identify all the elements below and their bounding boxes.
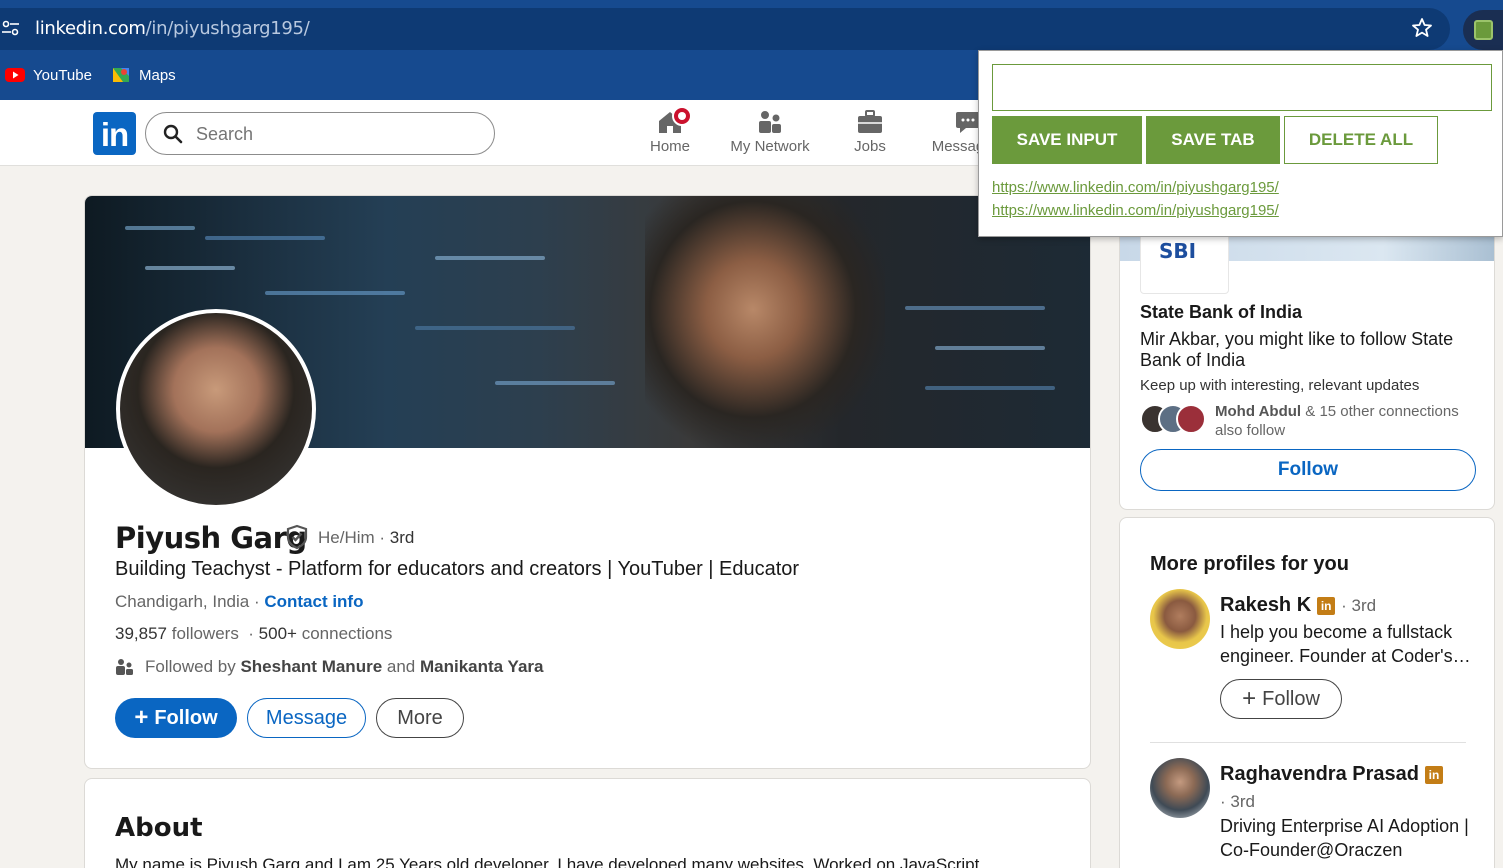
nav-home[interactable]: Home — [620, 108, 720, 155]
verified-shield-icon[interactable] — [285, 524, 309, 550]
browser-address-bar: linkedin.com/in/piyushgarg195/ — [0, 0, 1503, 52]
profile-avatar[interactable] — [116, 309, 316, 509]
follow-button[interactable]: + Follow — [115, 698, 237, 738]
delete-all-button[interactable]: DELETE ALL — [1284, 116, 1438, 164]
lead-input[interactable] — [992, 64, 1492, 111]
site-info-icon[interactable] — [2, 18, 20, 40]
company-suggestion-message: Mir Akbar, you might like to follow Stat… — [1140, 329, 1454, 370]
more-button[interactable]: More — [376, 698, 464, 738]
profile-headline: Building Teachyst - Platform for educato… — [115, 558, 800, 580]
linkedin-logo[interactable]: in — [93, 112, 136, 155]
nav-jobs[interactable]: Jobs — [820, 108, 920, 155]
suggestion-name: Rakesh K — [1220, 594, 1312, 616]
profile-location: Chandigarh, India — [115, 592, 250, 611]
extension-icon[interactable] — [1463, 10, 1503, 50]
mutual-2: Manikanta Yara — [420, 657, 544, 676]
connection-avatars — [1140, 404, 1210, 436]
connections-label[interactable]: connections — [302, 624, 393, 643]
mutual-people-icon — [116, 659, 133, 675]
avatar[interactable] — [1150, 589, 1210, 649]
notification-badge — [672, 106, 692, 126]
avatar — [1176, 404, 1206, 434]
nav-my-network[interactable]: My Network — [720, 108, 820, 155]
avatar[interactable] — [1150, 758, 1210, 818]
save-input-button[interactable]: SAVE INPUT — [992, 116, 1142, 164]
contact-info-link[interactable]: Contact info — [264, 592, 363, 611]
nav-label: My Network — [730, 138, 810, 155]
suggestion-follow-button[interactable]: + Follow — [1220, 679, 1342, 719]
more-profiles-card: More profiles for you Rakesh K in · 3rd … — [1119, 517, 1495, 868]
connection-degree: 3rd — [389, 528, 415, 547]
profile-suggestion-name[interactable]: Raghavendra Prasad in — [1220, 763, 1443, 786]
url-text[interactable]: linkedin.com/in/piyushgarg195/ — [35, 18, 310, 39]
followed-by-prefix: Followed by — [145, 657, 236, 676]
more-profiles-title: More profiles for you — [1150, 553, 1349, 575]
about-text: My name is Piyush Garg and I am 25 Years… — [115, 855, 980, 868]
bookmark-label: Maps — [139, 66, 176, 84]
about-card: About My name is Piyush Garg and I am 25… — [84, 778, 1091, 868]
message-button[interactable]: Message — [247, 698, 366, 738]
bookmark-star-icon[interactable] — [1410, 16, 1434, 40]
company-connections-text: Mohd Abdul & 15 other connections also f… — [1215, 402, 1480, 440]
pronouns: He/Him — [318, 528, 375, 547]
saved-link[interactable]: https://www.linkedin.com/in/piyushgarg19… — [992, 179, 1279, 196]
pronouns-and-degree: He/Him · 3rd — [318, 528, 415, 547]
linkedin-premium-icon: in — [1424, 765, 1443, 784]
company-subtext: Keep up with interesting, relevant updat… — [1140, 377, 1420, 394]
bookmark-youtube[interactable]: YouTube — [5, 66, 92, 84]
connection-name: Mohd Abdul — [1215, 403, 1302, 420]
saved-link[interactable]: https://www.linkedin.com/in/piyushgarg19… — [992, 202, 1279, 219]
linkedin-premium-icon: in — [1317, 596, 1336, 615]
banner-portrait — [645, 196, 885, 448]
bookmark-maps[interactable]: Maps — [111, 66, 176, 84]
nav-label: Jobs — [854, 138, 886, 155]
nav-label: Home — [649, 138, 690, 155]
suggestion-description: I help you become a fullstack engineer. … — [1220, 622, 1471, 666]
about-title: About — [115, 813, 203, 843]
profile-location-line: Chandigarh, India · Contact info — [115, 592, 364, 611]
url-path: /in/piyushgarg195/ — [145, 18, 310, 39]
mutual-1: Sheshant Manure — [240, 657, 383, 676]
maps-icon — [113, 68, 129, 82]
connections-count: 500+ — [258, 624, 297, 643]
profile-suggestion-name[interactable]: Rakesh K in · 3rd — [1220, 594, 1376, 617]
connection-degree: · 3rd — [1341, 595, 1377, 615]
company-suggestion-card: SBI State Bank of India Mir Akbar, you m… — [1119, 200, 1495, 510]
extension-popup: SAVE INPUT SAVE TAB DELETE ALL https://w… — [978, 50, 1503, 237]
suggestion-description: Driving Enterprise AI Adoption | Co-Foun… — [1220, 816, 1469, 860]
network-icon — [759, 111, 781, 133]
follow-label: Follow — [1262, 687, 1320, 710]
follow-label: Follow — [154, 706, 218, 729]
profile-card: Piyush Garg He/Him · 3rd Building Teachy… — [84, 195, 1091, 769]
url-domain: linkedin.com — [35, 18, 146, 39]
search-box[interactable] — [145, 112, 495, 155]
divider — [1150, 742, 1466, 743]
company-logo-text: SBI — [1159, 239, 1197, 263]
connection-degree: · 3rd — [1220, 792, 1255, 811]
followed-by-and: and — [386, 657, 416, 676]
followers-count: 39,857 — [115, 624, 167, 643]
company-name[interactable]: State Bank of India — [1140, 302, 1302, 323]
followers-label[interactable]: followers — [172, 624, 239, 643]
jobs-icon — [858, 110, 882, 133]
search-input[interactable] — [196, 124, 476, 145]
save-tab-button[interactable]: SAVE TAB — [1146, 116, 1280, 164]
followers-line: 39,857 followers · 500+ connections — [115, 624, 393, 643]
suggestion-name: Raghavendra Prasad — [1220, 763, 1419, 785]
profile-name: Piyush Garg — [115, 521, 307, 555]
youtube-icon — [5, 68, 25, 82]
plus-icon: + — [134, 704, 149, 731]
plus-icon: + — [1242, 685, 1257, 712]
bookmark-label: YouTube — [33, 66, 92, 84]
search-icon — [163, 124, 183, 144]
followed-by-line[interactable]: Followed by Sheshant Manure and Manikant… — [115, 657, 543, 677]
company-follow-button[interactable]: Follow — [1140, 449, 1476, 491]
